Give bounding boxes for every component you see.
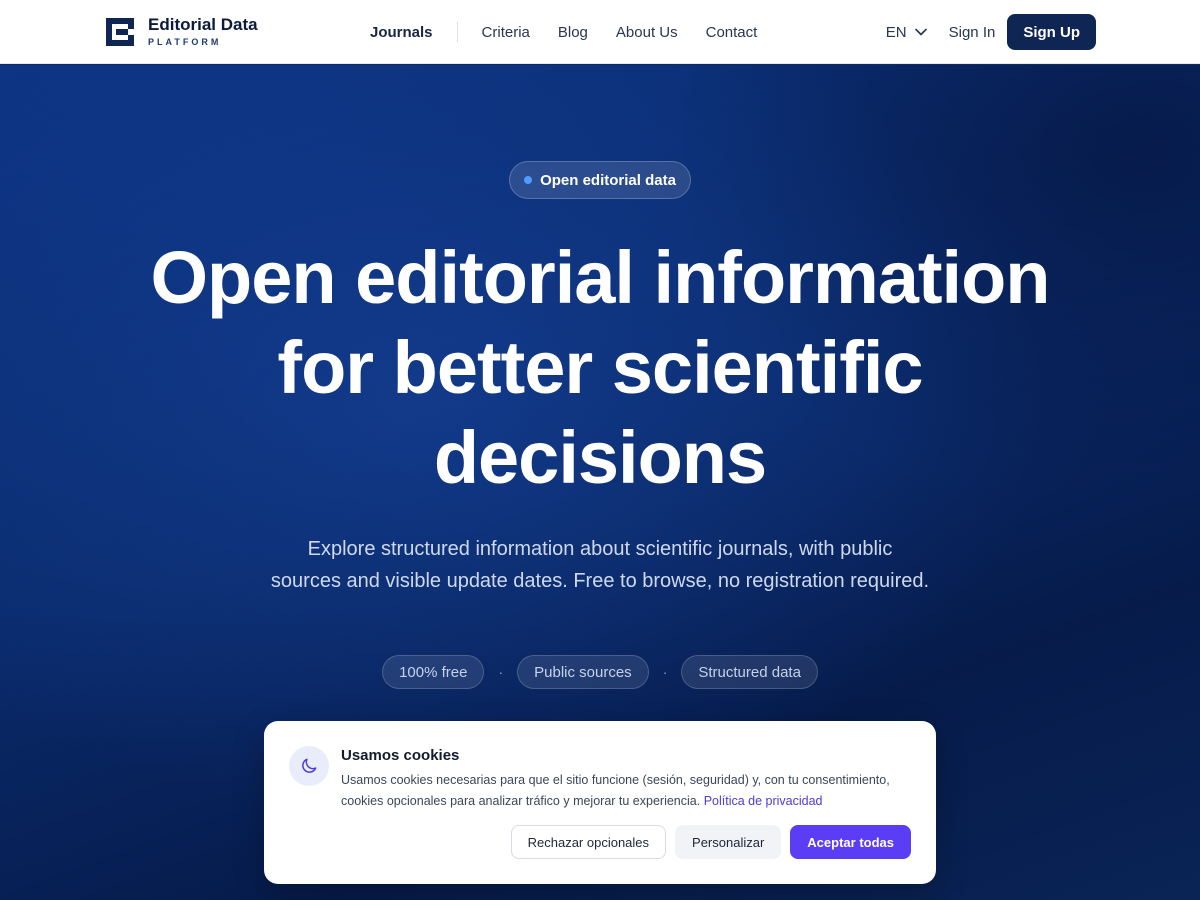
sign-up-button[interactable]: Sign Up [1007,14,1096,50]
language-selector[interactable]: EN [886,24,927,41]
cookie-text: Usamos cookies necesarias para que el si… [341,770,911,812]
nav-about-us[interactable]: About Us [616,24,678,41]
nav-divider [456,22,458,42]
nav-blog[interactable]: Blog [558,24,588,41]
accept-all-button[interactable]: Aceptar todas [790,825,911,859]
logo-e-icon [106,18,134,46]
hero-tags: 100% free · Public sources · Structured … [0,655,1200,689]
brand-text: Editorial Data PLATFORM [148,16,258,48]
brand-logo[interactable]: Editorial Data PLATFORM [106,16,258,48]
chevron-down-icon [914,28,927,36]
site-header: Editorial Data PLATFORM Journals Criteri… [0,0,1200,64]
nav-contact[interactable]: Contact [706,24,758,41]
tag-separator: · [498,664,504,680]
language-label: EN [885,23,907,41]
cookie-banner: Usamos cookies Usamos cookies necesarias… [264,721,936,884]
moon-icon [302,758,317,773]
header-actions: EN Sign In Sign Up [886,14,1096,50]
cookie-actions: Rechazar opcionales Personalizar Aceptar… [510,825,911,859]
brand-tagline: PLATFORM [148,37,222,47]
cookie-icon-wrap [289,746,329,786]
sign-in-link[interactable]: Sign In [949,24,996,41]
tag-separator: · [662,664,668,680]
hero-headline: Open editorial information for better sc… [100,233,1100,503]
tag-public-sources: Public sources [517,655,649,689]
reject-optional-button[interactable]: Rechazar opcionales [510,825,667,859]
cookie-title: Usamos cookies [341,747,460,764]
badge-dot-icon [524,176,533,184]
brand-name: Editorial Data [148,15,258,34]
tag-free: 100% free [382,655,485,689]
headline-line-1: Open editorial information [150,236,1050,319]
privacy-policy-link[interactable]: Política de privacidad [704,794,823,808]
hero-badge-label: Open editorial data [540,171,676,189]
hero-badge: Open editorial data [509,161,691,199]
main-nav: Journals Criteria Blog About Us Contact [370,0,785,64]
headline-line-2: for better scientific [277,326,923,409]
headline-line-3: decisions [433,416,767,499]
hero-subtext: Explore structured information about sci… [270,538,930,592]
customize-button[interactable]: Personalizar [675,825,782,859]
nav-criteria[interactable]: Criteria [482,24,530,41]
tag-structured-data: Structured data [681,655,818,689]
nav-journals[interactable]: Journals [370,24,433,41]
